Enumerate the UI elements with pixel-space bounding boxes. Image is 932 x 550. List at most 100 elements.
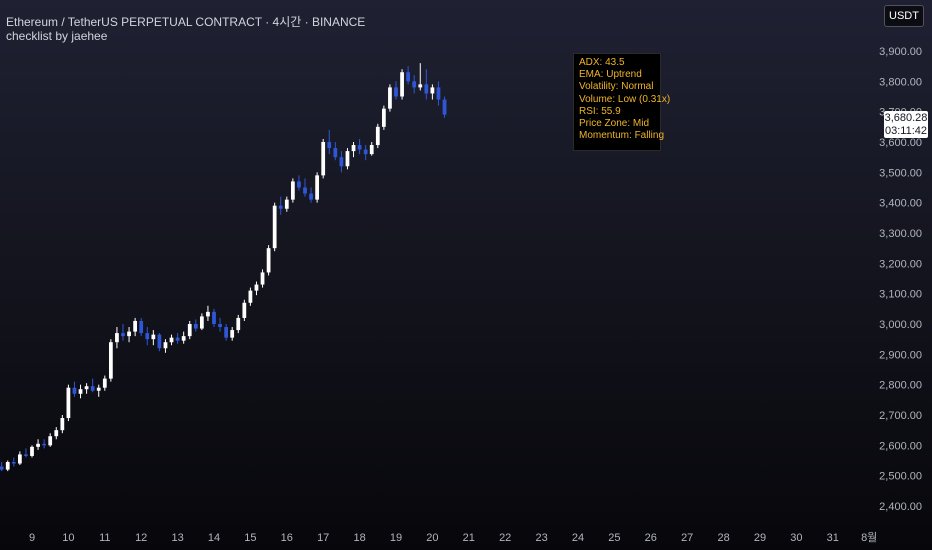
symbol-title[interactable]: Ethereum / TetherUS PERPETUAL CONTRACT ·… (6, 13, 365, 30)
candle (54, 427, 59, 440)
candle-body (72, 387, 77, 394)
candle-body (84, 386, 89, 390)
candle-body (381, 108, 386, 127)
candle (181, 331, 186, 344)
time-tick-label: 17 (317, 532, 329, 544)
candle-body (60, 418, 65, 431)
price-tick-label: 2,500.00 (879, 471, 922, 483)
candle (30, 445, 34, 458)
candle-body (430, 87, 435, 94)
indicator-title[interactable]: checklist by jaehee (6, 29, 107, 43)
candle (266, 245, 271, 276)
bar-countdown: 03:11:42 (884, 124, 927, 137)
price-chart[interactable]: 3,900.003,800.003,700.003,600.003,500.00… (0, 0, 932, 550)
currency-button[interactable]: USDT (884, 5, 924, 27)
candle (278, 196, 283, 215)
price-tick-label: 2,700.00 (879, 410, 922, 422)
candle (24, 448, 28, 458)
candle (357, 138, 362, 155)
time-tick-label: 9 (29, 532, 35, 544)
candle (66, 384, 71, 422)
candle-body (54, 430, 59, 437)
candle-body (48, 436, 53, 446)
price-tick-label: 2,800.00 (879, 380, 922, 392)
candle-body (339, 157, 344, 167)
candle (48, 433, 53, 447)
candle (363, 145, 368, 161)
candle (175, 333, 180, 344)
candle (0, 462, 4, 472)
price-tick-label: 3,600.00 (879, 137, 922, 149)
time-tick-label: 22 (499, 532, 511, 544)
candle (303, 178, 307, 197)
time-tick-label: 19 (390, 532, 402, 544)
candle (151, 330, 156, 346)
price-tick-label: 3,800.00 (879, 76, 922, 88)
candle-body (436, 87, 441, 100)
last-price-value: 3,680.28 (884, 112, 928, 124)
time-tick-label: 21 (463, 532, 475, 544)
time-tick-label: 13 (171, 532, 183, 544)
candle-body (36, 443, 40, 447)
candle-body (290, 181, 295, 200)
candle-body (309, 193, 313, 200)
candle-body (327, 142, 332, 149)
candle-body (242, 302, 247, 318)
candle (199, 313, 204, 331)
candle-body (333, 148, 338, 158)
candle (17, 451, 22, 466)
candle (102, 375, 107, 391)
candlestick-series (0, 63, 447, 472)
candle (309, 187, 313, 203)
price-tick-label: 3,000.00 (879, 319, 922, 331)
time-tick-label: 16 (281, 532, 293, 544)
candle-body (266, 248, 271, 273)
candle-body (199, 316, 204, 329)
candle-body (303, 187, 307, 194)
candle (345, 148, 350, 170)
candle-body (17, 454, 22, 464)
price-tick-label: 3,900.00 (879, 46, 922, 58)
candle-body (157, 334, 162, 349)
candle (121, 324, 125, 341)
candle-body (357, 145, 362, 150)
info-rsi: RSI: 55.9 (579, 105, 621, 117)
candle (157, 333, 162, 352)
candle (36, 439, 40, 450)
candle (424, 69, 429, 100)
candle (236, 314, 241, 334)
candle (327, 129, 332, 155)
candle-body (175, 337, 180, 341)
info-price-zone: Price Zone: Mid (579, 118, 650, 130)
time-tick-label: 29 (754, 532, 766, 544)
candle-body (66, 387, 71, 419)
time-tick-label: 28 (717, 532, 729, 544)
candle (369, 142, 374, 156)
candle (169, 334, 174, 346)
candle (388, 84, 392, 112)
candle-body (206, 311, 210, 317)
info-adx: ADX: 43.5 (579, 57, 625, 68)
info-volume: Volume: Low (0.31x) (579, 93, 671, 105)
candle-body (145, 333, 150, 340)
candle (96, 384, 101, 397)
candle (11, 457, 16, 467)
time-tick-label: 25 (608, 532, 620, 544)
candle (127, 327, 131, 343)
candle-body (236, 317, 241, 331)
price-tick-label: 2,900.00 (879, 349, 922, 361)
candle (272, 202, 277, 252)
candle (284, 196, 289, 212)
time-tick-label: 12 (135, 532, 147, 544)
candle (193, 319, 198, 332)
candle-body (181, 336, 186, 341)
time-axis[interactable]: 9 10 11 12 13 14 15 16 17 18 19 20 21 22 23 24 25 26 27 28 2… (29, 531, 877, 544)
candle-body (321, 142, 326, 176)
candle (187, 320, 192, 340)
info-volatility: Volatility: Normal (579, 81, 654, 93)
candle (290, 178, 295, 203)
candle (42, 439, 47, 449)
price-tick-label: 3,200.00 (879, 258, 922, 270)
candle (436, 81, 441, 106)
candle-body (345, 151, 350, 167)
